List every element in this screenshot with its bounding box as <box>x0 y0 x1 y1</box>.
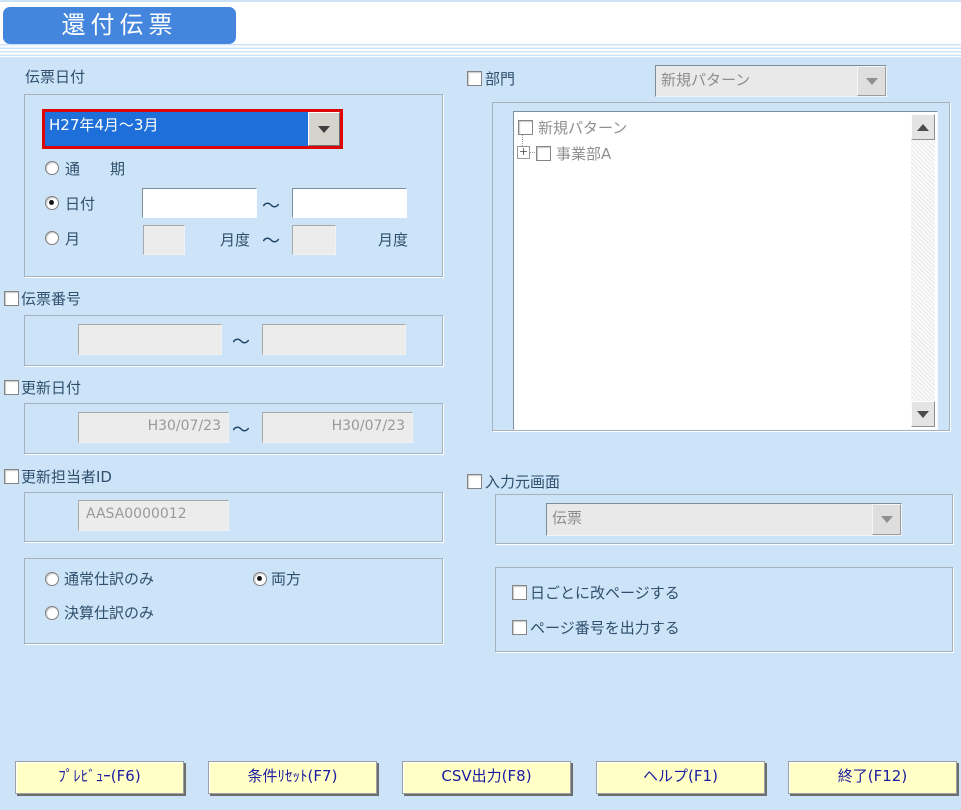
updater-id-field: AASA0000012 <box>78 500 229 531</box>
input-source-value: 伝票 <box>547 504 872 535</box>
month-to-field <box>292 225 336 255</box>
update-date-checkbox[interactable] <box>4 380 19 395</box>
radio-both-journal[interactable] <box>253 572 267 586</box>
radio-month-label: 月 <box>65 228 80 249</box>
preview-button[interactable]: ﾌﾟﾚﾋﾞｭｰ(F6) <box>15 761 184 794</box>
page-break-checkbox[interactable] <box>512 585 527 600</box>
page-number-label: ページ番号を出力する <box>530 617 680 638</box>
department-pattern-value: 新規パターン <box>656 66 857 96</box>
csv-button[interactable]: CSV出力(F8) <box>402 761 571 794</box>
update-date-from-field: H30/07/23 <box>78 412 229 443</box>
tree-item-label: 新規パターン <box>538 117 627 138</box>
tree-item-checkbox <box>536 146 551 161</box>
input-source-checkbox[interactable] <box>467 474 482 489</box>
input-source-select: 伝票 <box>546 503 902 536</box>
page-break-label: 日ごとに改ページする <box>530 582 680 603</box>
update-date-label: 更新日付 <box>21 377 81 398</box>
radio-month[interactable] <box>45 231 59 245</box>
tree-item-checkbox <box>518 120 533 135</box>
slip-date-label: 伝票日付 <box>25 66 85 87</box>
updater-id-label: 更新担当者ID <box>21 466 112 487</box>
tree-connector <box>530 152 535 153</box>
scroll-down-button[interactable] <box>911 401 935 427</box>
month-from-field <box>143 225 185 255</box>
month-unit-to-label: 月度 <box>378 229 408 250</box>
radio-closing-journal[interactable] <box>45 606 59 620</box>
radio-both-journal-label: 両方 <box>271 568 301 589</box>
page-title: 還付伝票 <box>3 7 236 44</box>
header-stripes <box>0 44 961 57</box>
scroll-track[interactable] <box>911 140 935 401</box>
radio-date-label: 日付 <box>65 193 95 214</box>
chevron-down-icon <box>318 126 330 133</box>
date-from-field[interactable] <box>142 188 257 218</box>
update-date-tilde: ～ <box>232 416 250 442</box>
input-source-label: 入力元画面 <box>485 471 560 492</box>
slip-date-period-select[interactable]: H27年4月～3月 <box>42 109 343 149</box>
slip-number-checkbox[interactable] <box>4 291 19 306</box>
slip-number-tilde: ～ <box>232 328 250 354</box>
help-button[interactable]: ヘルプ(F1) <box>596 761 765 794</box>
radio-full-period-label: 通 期 <box>65 158 125 179</box>
chevron-down-icon <box>866 78 878 85</box>
scroll-up-button[interactable] <box>911 114 935 140</box>
tree-item-label: 事業部A <box>556 143 611 164</box>
radio-date[interactable] <box>45 196 59 210</box>
department-checkbox[interactable] <box>467 71 482 86</box>
radio-closing-journal-label: 決算仕訳のみ <box>64 602 154 623</box>
tree-scrollbar[interactable] <box>911 114 935 427</box>
date-to-field[interactable] <box>292 188 407 218</box>
slip-number-label: 伝票番号 <box>21 288 81 309</box>
slip-number-to-field <box>262 324 406 355</box>
chevron-down-icon <box>881 516 893 523</box>
department-pattern-select: 新規パターン <box>655 65 887 97</box>
updater-id-checkbox[interactable] <box>4 469 19 484</box>
slip-date-period-dropdown-button[interactable] <box>308 112 340 146</box>
radio-normal-journal[interactable] <box>45 572 59 586</box>
date-range-tilde: ～ <box>262 192 280 218</box>
department-tree[interactable]: 新規パターン + 事業部A <box>513 111 938 430</box>
department-label: 部門 <box>485 68 515 89</box>
month-unit-from-label: 月度 <box>220 229 250 250</box>
page-number-checkbox[interactable] <box>512 620 527 635</box>
triangle-up-icon <box>917 124 929 131</box>
triangle-down-icon <box>917 411 929 418</box>
month-range-tilde: ～ <box>262 227 280 253</box>
expand-icon[interactable]: + <box>517 146 530 159</box>
page-options-groupbox <box>495 567 953 652</box>
input-source-dropdown-button <box>872 504 901 535</box>
slip-number-from-field <box>78 324 222 355</box>
update-date-to-field: H30/07/23 <box>262 412 413 443</box>
radio-normal-journal-label: 通常仕訳のみ <box>64 568 154 589</box>
refund-slip-window: 還付伝票 伝票日付 H27年4月～3月 通 期 日付 ～ 月 月度 ～ 月度 伝… <box>0 0 961 810</box>
reset-button[interactable]: 条件ﾘｾｯﾄ(F7) <box>208 761 377 794</box>
exit-button[interactable]: 終了(F12) <box>788 761 957 794</box>
radio-full-period[interactable] <box>45 161 59 175</box>
slip-date-period-value: H27年4月～3月 <box>45 112 308 146</box>
department-pattern-dropdown-button <box>857 66 886 96</box>
